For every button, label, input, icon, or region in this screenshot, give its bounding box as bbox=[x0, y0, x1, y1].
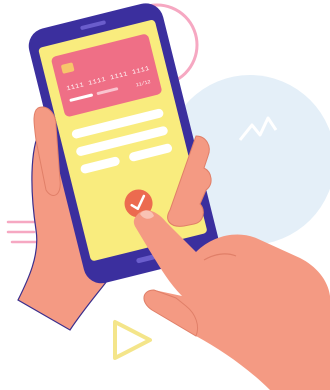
triangle-shape bbox=[113, 320, 152, 360]
payment-illustration: 1111 1111 1111 1111 11/12 bbox=[0, 0, 330, 390]
illustration-svg: 1111 1111 1111 1111 11/12 bbox=[6, 3, 330, 390]
